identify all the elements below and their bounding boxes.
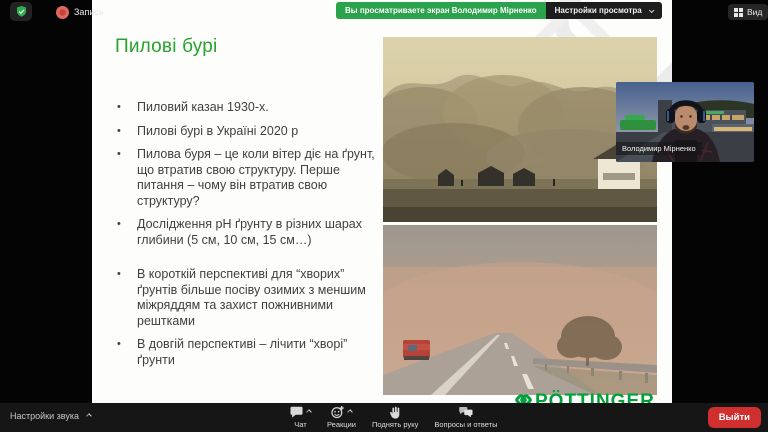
screen-share-banner-group: Вы просматриваете экран Володимир Мірнен…: [336, 2, 662, 19]
slide-title: Пилові бурі: [115, 36, 218, 57]
bullet-item: Пиловий казан 1930-х.: [115, 100, 377, 116]
recording-label: Запись: [74, 7, 104, 17]
bullet-item: В короткій перспективі для “хворих” ґрун…: [115, 267, 377, 329]
center-controls: Чат Реакции Поднять руку Вопросы и ответ…: [290, 405, 498, 429]
question-answer-bubbles-icon: [459, 406, 473, 418]
bullet-item: Пилові бурі в Україні 2020 р: [115, 124, 377, 140]
pottinger-logo: PÖTTINGER: [513, 391, 655, 403]
slide-bullet-list: Пиловий казан 1930-х. Пилові бурі в Укра…: [115, 100, 377, 376]
shared-screen-slide: Пилові бурі Пиловий казан 1930-х. Пилові…: [92, 0, 672, 403]
participant-video-tile[interactable]: Володимир Мірненко: [616, 82, 754, 162]
chat-label: Чат: [294, 420, 307, 429]
raise-hand-label: Поднять руку: [371, 420, 419, 429]
raise-hand-button[interactable]: Поднять руку: [372, 405, 418, 429]
reactions-button[interactable]: Реакции: [327, 405, 356, 429]
bullet-item: В довгій перспективі – лічити “хворі” ґр…: [115, 337, 377, 368]
participant-name-label: Володимир Мірненко: [616, 142, 702, 155]
chat-button[interactable]: Чат: [290, 405, 312, 429]
view-settings-label: Настройки просмотра: [554, 6, 642, 15]
chevron-down-icon: [648, 6, 655, 13]
pottinger-logo-text: PÖTTINGER: [535, 391, 655, 403]
grid-view-icon: [734, 7, 743, 17]
leave-meeting-button[interactable]: Выйти: [707, 407, 761, 428]
share-banner-text: Вы просматриваете экран Володимир Мірнен…: [336, 2, 546, 19]
smiley-reaction-icon: [331, 406, 344, 419]
bullet-item: Дослідження pH ґрунту в різних шарах гли…: [115, 217, 377, 248]
bullet-item: Пилова буря – це коли вітер діє на ґрунт…: [115, 147, 377, 209]
reactions-label: Реакции: [327, 420, 356, 429]
meeting-control-bar: Настройки звука Чат Реакции Поднять руку…: [0, 403, 768, 432]
qa-button[interactable]: Вопросы и ответы: [434, 405, 498, 429]
dust-storm-highway-photo: [383, 225, 657, 395]
audio-settings-label: Настройки звука: [10, 411, 79, 421]
chevron-up-icon[interactable]: [347, 409, 353, 415]
raised-hand-icon: [390, 406, 400, 419]
recording-indicator-icon[interactable]: [56, 6, 69, 19]
audio-settings-button[interactable]: Настройки звука: [10, 411, 92, 421]
chevron-up-icon[interactable]: [306, 409, 312, 415]
view-settings-button[interactable]: Настройки просмотра: [545, 2, 662, 19]
pottinger-logo-icon: [513, 392, 534, 403]
view-button[interactable]: Вид: [728, 4, 768, 20]
view-button-label: Вид: [747, 7, 763, 17]
chat-bubble-icon: [290, 406, 303, 418]
shield-check-icon: [16, 5, 26, 17]
chevron-up-icon: [86, 413, 92, 419]
zoom-meeting-window: Пилові бурі Пиловий казан 1930-х. Пилові…: [0, 0, 768, 432]
security-shield-button[interactable]: [10, 2, 32, 21]
qa-label: Вопросы и ответы: [434, 420, 498, 429]
